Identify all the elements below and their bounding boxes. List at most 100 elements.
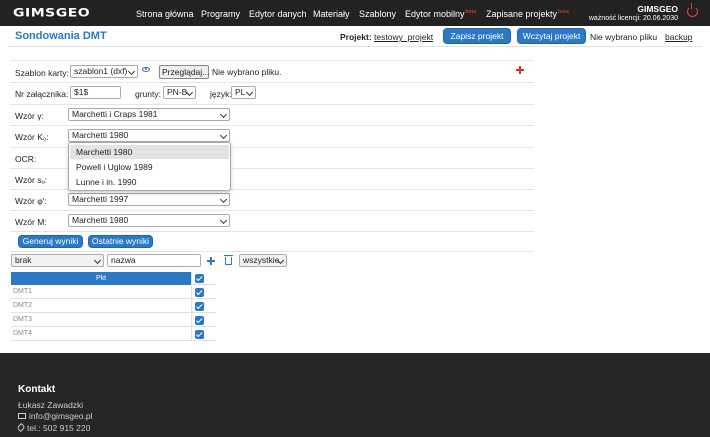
page-title: Sondowania DMT	[15, 30, 107, 42]
footer-title: Kontakt	[18, 384, 56, 395]
nav-saved-projects[interactable]: Zapisane projektybeta	[486, 9, 569, 19]
row-checkbox[interactable]	[195, 302, 204, 311]
table-row[interactable]: DMT1	[11, 286, 216, 299]
file-status: Nie wybrano pliku.	[212, 67, 282, 77]
generate-results-button[interactable]: Generuj wyniki	[18, 235, 83, 248]
top-navbar: GIMSGEO Strona główna Programy Edytor da…	[0, 0, 710, 26]
nav-materials[interactable]: Materiały	[313, 9, 350, 19]
mail-icon	[18, 413, 26, 419]
eye-icon[interactable]	[142, 67, 150, 72]
nav-mobile-editor[interactable]: Edytor mobilnybeta	[405, 9, 476, 19]
dropdown-option[interactable]: Powell i Uglow 1989	[70, 160, 229, 174]
user-info: GIMSGEO ważność licencji: 20.06.2030	[589, 4, 678, 24]
divider	[8, 46, 702, 47]
dropdown-option[interactable]: Marchetti 1980	[70, 145, 229, 159]
nav-templates[interactable]: Szablony	[359, 9, 396, 19]
save-project-button[interactable]: Zapisz projekt	[443, 28, 511, 44]
scope-select-value: wszystkie	[243, 255, 280, 265]
row-checkbox[interactable]	[195, 288, 204, 297]
user-name: GIMSGEO	[637, 4, 678, 14]
chevron-down-icon	[93, 256, 102, 265]
attachment-input[interactable]: $1$	[70, 86, 121, 99]
divider	[10, 231, 534, 232]
template-select-value: szablon1 (dxf)	[74, 66, 128, 76]
table-row[interactable]: DMT3	[11, 314, 216, 327]
nav-home[interactable]: Strona główna	[136, 9, 194, 19]
load-project-button[interactable]: Wczytaj projekt	[517, 28, 586, 44]
soils-select-value: PN-B	[167, 87, 188, 97]
point-name: DMT4	[13, 330, 33, 337]
name-input[interactable]: nazwa	[107, 254, 201, 267]
contact-email-text: info@gimsgeo.pl	[29, 411, 93, 421]
contact-email[interactable]: info@gimsgeo.pl	[18, 411, 92, 421]
phi-select-value: Marchetti 1997	[72, 194, 129, 204]
ocr-label: OCR:	[15, 154, 37, 164]
language-select-value: PL	[235, 87, 246, 97]
beta-badge: beta	[558, 9, 569, 15]
language-select[interactable]: PL	[231, 86, 256, 99]
point-name: DMT2	[13, 302, 33, 309]
soils-label: grunty:	[135, 89, 161, 99]
phone-icon	[16, 422, 26, 433]
footer: Kontakt Łukasz Zawadzki info@gimsgeo.pl …	[0, 353, 710, 437]
attachment-label: Nr załącznika:	[15, 89, 69, 99]
table-row[interactable]: DMT2	[11, 300, 216, 313]
row-checkbox[interactable]	[195, 330, 204, 339]
k0-select[interactable]: Marchetti 1980	[68, 129, 230, 142]
gamma-select-value: Marchetti i Craps 1981	[72, 109, 158, 119]
trash-icon[interactable]	[224, 255, 233, 265]
table-header-row: Pkt	[11, 272, 216, 285]
divider	[10, 82, 534, 83]
chevron-down-icon	[219, 216, 228, 225]
contact-phone-text: tel.: 502 915 220	[27, 423, 91, 433]
m-select[interactable]: Marchetti 1980	[68, 214, 230, 227]
dropdown-option[interactable]: Lunne i in. 1990	[70, 175, 229, 189]
nav-programs[interactable]: Programy	[201, 9, 240, 19]
divider	[10, 104, 534, 105]
chevron-down-icon	[219, 110, 228, 119]
row-checkbox[interactable]	[195, 316, 204, 325]
add-icon[interactable]	[516, 66, 524, 74]
project-name-link[interactable]: testowy_projekt	[374, 32, 433, 42]
k0-select-value: Marchetti 1980	[72, 130, 129, 140]
nav-saved-projects-label: Zapisane projekty	[486, 9, 558, 19]
su-label: Wzór sᵤ:	[15, 175, 48, 185]
k0-label: Wzór K₀:	[15, 132, 49, 142]
divider	[10, 210, 534, 211]
language-label: język:	[210, 89, 232, 99]
divider	[10, 125, 534, 126]
divider	[10, 251, 534, 252]
gamma-label: Wzór γ:	[15, 111, 44, 121]
column-header[interactable]: Pkt	[11, 272, 191, 285]
scope-select[interactable]: wszystkie	[239, 254, 287, 267]
soils-select[interactable]: PN-B	[163, 86, 196, 99]
point-name: DMT3	[13, 316, 33, 323]
phi-label: Wzór φ':	[15, 196, 47, 206]
add-icon[interactable]	[207, 257, 215, 265]
last-results-button[interactable]: Ostatnie wyniki	[88, 235, 153, 248]
nav-mobile-editor-label: Edytor mobilny	[405, 9, 465, 19]
gamma-select[interactable]: Marchetti i Craps 1981	[68, 108, 230, 121]
chevron-down-icon	[219, 195, 228, 204]
template-select[interactable]: szablon1 (dxf)	[70, 65, 138, 78]
contact-person: Łukasz Zawadzki	[18, 400, 84, 410]
filter-select[interactable]: brak	[11, 254, 104, 267]
no-file-status: Nie wybrano pliku	[590, 32, 658, 42]
browse-button[interactable]: Przeglądaj...	[159, 65, 209, 79]
chevron-down-icon	[219, 131, 228, 140]
project-info: Projekt: testowy_projekt	[340, 32, 433, 42]
point-name: DMT1	[13, 288, 33, 295]
power-icon[interactable]	[687, 3, 698, 17]
filter-select-value: brak	[15, 255, 32, 265]
m-label: Wzór M:	[15, 217, 47, 227]
contact-phone[interactable]: tel.: 502 915 220	[16, 422, 91, 433]
select-all-checkbox[interactable]	[195, 274, 204, 283]
table-row[interactable]: DMT4	[11, 328, 216, 341]
phi-select[interactable]: Marchetti 1997	[68, 193, 230, 206]
divider	[10, 60, 534, 61]
backup-link[interactable]: backup	[665, 32, 692, 42]
nav-data-editor[interactable]: Edytor danych	[249, 9, 307, 19]
project-label: Projekt:	[340, 32, 372, 42]
chevron-down-icon	[127, 67, 136, 76]
logo[interactable]: GIMSGEO	[13, 6, 90, 20]
